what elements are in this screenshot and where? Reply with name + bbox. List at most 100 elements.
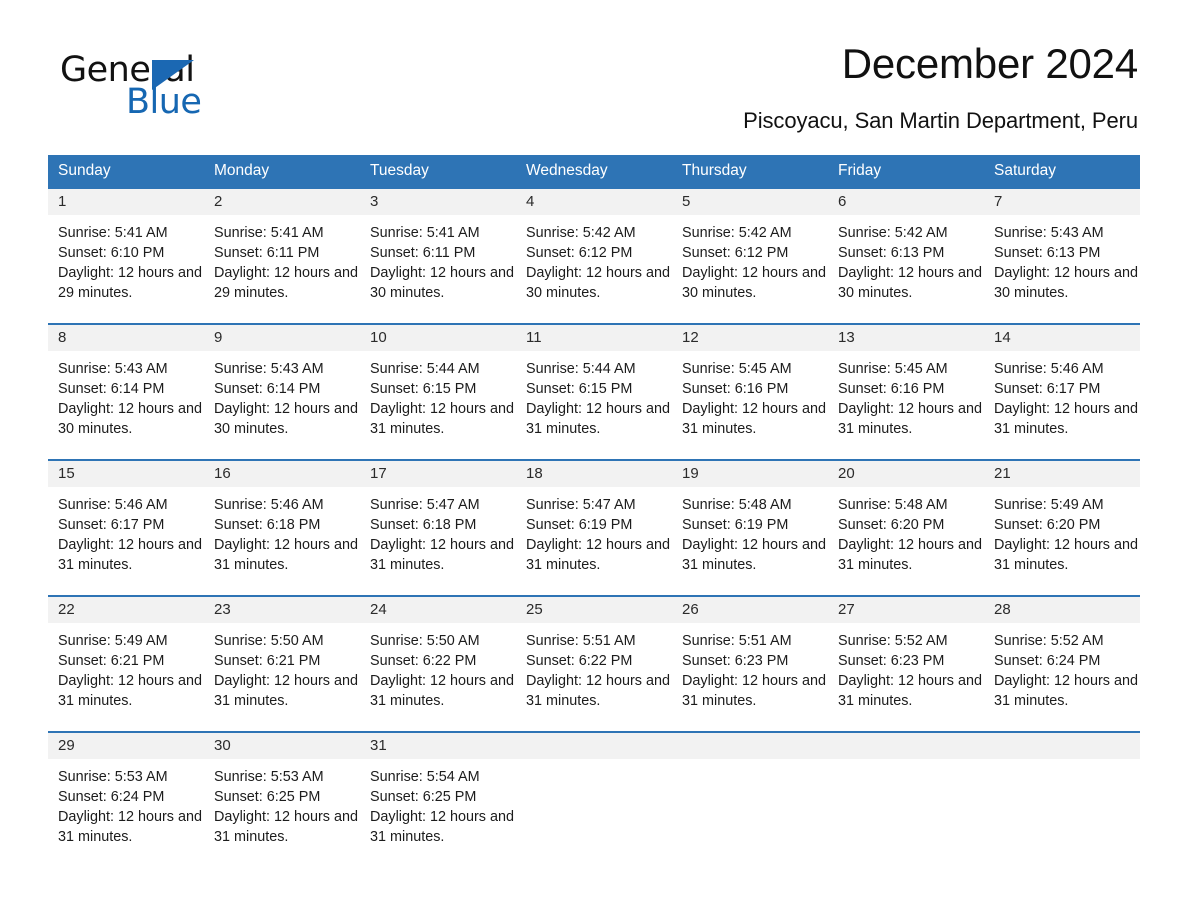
day-number: 12 — [672, 324, 828, 351]
day-sun-info: Sunrise: 5:51 AM Sunset: 6:23 PM Dayligh… — [682, 632, 826, 709]
day-number: 1 — [48, 188, 204, 215]
day-number: 5 — [672, 188, 828, 215]
day-sun-info: Sunrise: 5:43 AM Sunset: 6:13 PM Dayligh… — [994, 224, 1138, 301]
day-number: 31 — [360, 732, 516, 759]
calendar-day-cell[interactable]: 8 Sunrise: 5:43 AM Sunset: 6:14 PM Daylig… — [48, 324, 204, 459]
calendar-day-cell[interactable]: 31 Sunrise: 5:54 AM Sunset: 6:25 PM Dayli… — [360, 732, 516, 867]
day-number: 22 — [48, 596, 204, 623]
calendar-day-cell[interactable]: 16 Sunrise: 5:46 AM Sunset: 6:18 PM Dayli… — [204, 460, 360, 595]
day-sun-info: Sunrise: 5:41 AM Sunset: 6:11 PM Dayligh… — [214, 224, 358, 301]
calendar-page: General Blue December 2024 Piscoyacu, Sa… — [0, 0, 1188, 918]
day-sun-info: Sunrise: 5:53 AM Sunset: 6:24 PM Dayligh… — [58, 768, 202, 845]
general-blue-logo[interactable]: General Blue — [48, 42, 248, 122]
day-number: 20 — [828, 460, 984, 487]
day-number: 11 — [516, 324, 672, 351]
day-sun-info: Sunrise: 5:43 AM Sunset: 6:14 PM Dayligh… — [58, 360, 202, 437]
calendar-day-cell[interactable]: 4 Sunrise: 5:42 AM Sunset: 6:12 PM Daylig… — [516, 188, 672, 323]
day-sun-info: Sunrise: 5:47 AM Sunset: 6:19 PM Dayligh… — [526, 496, 670, 573]
calendar-day-cell[interactable]: 11 Sunrise: 5:44 AM Sunset: 6:15 PM Dayli… — [516, 324, 672, 459]
calendar-day-cell[interactable]: 27 Sunrise: 5:52 AM Sunset: 6:23 PM Dayli… — [828, 596, 984, 731]
day-number: 29 — [48, 732, 204, 759]
day-number: 21 — [984, 460, 1140, 487]
calendar-day-cell[interactable]: 13 Sunrise: 5:45 AM Sunset: 6:16 PM Dayli… — [828, 324, 984, 459]
calendar-day-cell[interactable]: 23 Sunrise: 5:50 AM Sunset: 6:21 PM Dayli… — [204, 596, 360, 731]
day-sun-info: Sunrise: 5:50 AM Sunset: 6:21 PM Dayligh… — [214, 632, 358, 709]
calendar-day-cell[interactable]: 26 Sunrise: 5:51 AM Sunset: 6:23 PM Dayli… — [672, 596, 828, 731]
day-sun-info: Sunrise: 5:46 AM Sunset: 6:18 PM Dayligh… — [214, 496, 358, 573]
weekday-header-tuesday: Tuesday — [370, 162, 429, 180]
brand-word-blue: Blue — [126, 82, 202, 122]
calendar-day-cell[interactable]: 29 Sunrise: 5:53 AM Sunset: 6:24 PM Dayli… — [48, 732, 204, 867]
day-number: 3 — [360, 188, 516, 215]
day-number: 9 — [204, 324, 360, 351]
page-header: General Blue December 2024 Piscoyacu, Sa… — [48, 0, 1140, 134]
weekday-header-wednesday: Wednesday — [526, 162, 608, 180]
calendar-day-cell[interactable]: 17 Sunrise: 5:47 AM Sunset: 6:18 PM Dayli… — [360, 460, 516, 595]
day-sun-info: Sunrise: 5:41 AM Sunset: 6:10 PM Dayligh… — [58, 224, 202, 301]
day-number: 7 — [984, 188, 1140, 215]
calendar-day-cell[interactable]: 9 Sunrise: 5:43 AM Sunset: 6:14 PM Daylig… — [204, 324, 360, 459]
day-number: 18 — [516, 460, 672, 487]
calendar-day-cell-empty — [828, 732, 984, 867]
day-number: 28 — [984, 596, 1140, 623]
calendar-day-cell[interactable]: 24 Sunrise: 5:50 AM Sunset: 6:22 PM Dayli… — [360, 596, 516, 731]
day-sun-info: Sunrise: 5:50 AM Sunset: 6:22 PM Dayligh… — [370, 632, 514, 709]
calendar-day-cell[interactable]: 10 Sunrise: 5:44 AM Sunset: 6:15 PM Dayli… — [360, 324, 516, 459]
day-number: 17 — [360, 460, 516, 487]
calendar-day-cell[interactable]: 19 Sunrise: 5:48 AM Sunset: 6:19 PM Dayli… — [672, 460, 828, 595]
calendar-day-cell[interactable]: 14 Sunrise: 5:46 AM Sunset: 6:17 PM Dayli… — [984, 324, 1140, 459]
day-sun-info: Sunrise: 5:48 AM Sunset: 6:20 PM Dayligh… — [838, 496, 982, 573]
day-sun-info: Sunrise: 5:54 AM Sunset: 6:25 PM Dayligh… — [370, 768, 514, 845]
day-sun-info: Sunrise: 5:42 AM Sunset: 6:12 PM Dayligh… — [682, 224, 826, 301]
calendar-day-cell[interactable]: 3 Sunrise: 5:41 AM Sunset: 6:11 PM Daylig… — [360, 188, 516, 323]
calendar-day-cell-empty — [672, 732, 828, 867]
sunrise-sunset-calendar: Sunday Monday Tuesday Wednesday Thursday… — [48, 155, 1140, 867]
calendar-day-cell[interactable]: 15 Sunrise: 5:46 AM Sunset: 6:17 PM Dayli… — [48, 460, 204, 595]
day-sun-info: Sunrise: 5:48 AM Sunset: 6:19 PM Dayligh… — [682, 496, 826, 573]
day-number — [672, 732, 828, 759]
calendar-week-row: 15 Sunrise: 5:46 AM Sunset: 6:17 PM Dayli… — [48, 458, 1140, 595]
day-number: 24 — [360, 596, 516, 623]
day-sun-info: Sunrise: 5:45 AM Sunset: 6:16 PM Dayligh… — [682, 360, 826, 437]
calendar-day-cell[interactable]: 12 Sunrise: 5:45 AM Sunset: 6:16 PM Dayli… — [672, 324, 828, 459]
day-number — [984, 732, 1140, 759]
calendar-day-cell[interactable]: 18 Sunrise: 5:47 AM Sunset: 6:19 PM Dayli… — [516, 460, 672, 595]
calendar-day-cell[interactable]: 1 Sunrise: 5:41 AM Sunset: 6:10 PM Daylig… — [48, 188, 204, 323]
day-number — [828, 732, 984, 759]
day-number: 10 — [360, 324, 516, 351]
day-sun-info: Sunrise: 5:46 AM Sunset: 6:17 PM Dayligh… — [58, 496, 202, 573]
calendar-day-cell[interactable]: 28 Sunrise: 5:52 AM Sunset: 6:24 PM Dayli… — [984, 596, 1140, 731]
day-number: 8 — [48, 324, 204, 351]
day-sun-info: Sunrise: 5:46 AM Sunset: 6:17 PM Dayligh… — [994, 360, 1138, 437]
day-number: 14 — [984, 324, 1140, 351]
day-number: 27 — [828, 596, 984, 623]
calendar-day-cell[interactable]: 7 Sunrise: 5:43 AM Sunset: 6:13 PM Daylig… — [984, 188, 1140, 323]
calendar-weeks: 1 Sunrise: 5:41 AM Sunset: 6:10 PM Daylig… — [48, 188, 1140, 867]
calendar-day-cell[interactable]: 25 Sunrise: 5:51 AM Sunset: 6:22 PM Dayli… — [516, 596, 672, 731]
calendar-week-row: 8 Sunrise: 5:43 AM Sunset: 6:14 PM Daylig… — [48, 322, 1140, 459]
weekday-header-friday: Friday — [838, 162, 882, 180]
calendar-day-cell[interactable]: 30 Sunrise: 5:53 AM Sunset: 6:25 PM Dayli… — [204, 732, 360, 867]
calendar-day-cell[interactable]: 5 Sunrise: 5:42 AM Sunset: 6:12 PM Daylig… — [672, 188, 828, 323]
calendar-week-row: 1 Sunrise: 5:41 AM Sunset: 6:10 PM Daylig… — [48, 188, 1140, 323]
calendar-day-cell[interactable]: 2 Sunrise: 5:41 AM Sunset: 6:11 PM Daylig… — [204, 188, 360, 323]
title-block: December 2024 Piscoyacu, San Martin Depa… — [248, 41, 1140, 134]
day-number: 4 — [516, 188, 672, 215]
day-number — [516, 732, 672, 759]
calendar-day-cell[interactable]: 22 Sunrise: 5:49 AM Sunset: 6:21 PM Dayli… — [48, 596, 204, 731]
calendar-day-cell[interactable]: 6 Sunrise: 5:42 AM Sunset: 6:13 PM Daylig… — [828, 188, 984, 323]
calendar-day-cell[interactable]: 20 Sunrise: 5:48 AM Sunset: 6:20 PM Dayli… — [828, 460, 984, 595]
day-sun-info — [828, 759, 984, 767]
day-number: 16 — [204, 460, 360, 487]
calendar-day-cell-empty — [984, 732, 1140, 867]
day-number: 15 — [48, 460, 204, 487]
weekday-header-saturday: Saturday — [994, 162, 1057, 180]
day-sun-info: Sunrise: 5:49 AM Sunset: 6:21 PM Dayligh… — [58, 632, 202, 709]
weekday-header-row: Sunday Monday Tuesday Wednesday Thursday… — [48, 155, 1140, 189]
day-sun-info — [672, 759, 828, 767]
calendar-day-cell[interactable]: 21 Sunrise: 5:49 AM Sunset: 6:20 PM Dayli… — [984, 460, 1140, 595]
day-number: 30 — [204, 732, 360, 759]
weekday-header-monday: Monday — [214, 162, 270, 180]
day-sun-info: Sunrise: 5:49 AM Sunset: 6:20 PM Dayligh… — [994, 496, 1138, 573]
day-sun-info: Sunrise: 5:42 AM Sunset: 6:13 PM Dayligh… — [838, 224, 982, 301]
